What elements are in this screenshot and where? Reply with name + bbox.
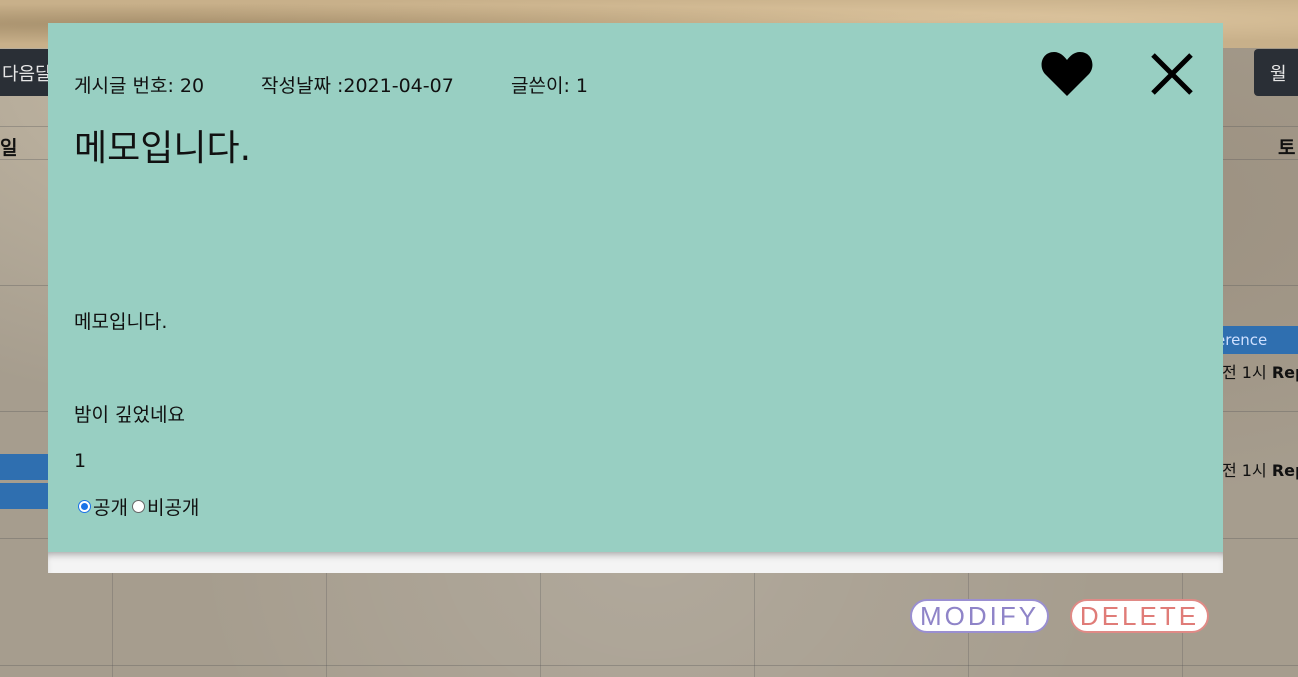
grid-line [0, 665, 1298, 666]
heart-icon[interactable] [1041, 49, 1093, 97]
close-icon[interactable] [1149, 51, 1195, 97]
day-header-sunday: 일 [0, 137, 18, 159]
modal-footer [48, 552, 1223, 573]
month-view-button[interactable]: 월 [1254, 49, 1298, 96]
day-header-saturday: 토 [1278, 137, 1296, 159]
post-body-line: 1 [74, 450, 87, 472]
post-author: 글쓴이: 1 [511, 75, 588, 97]
post-date: 작성날짜 :2021-04-07 [261, 75, 454, 97]
private-radio-label[interactable]: 비공개 [147, 493, 199, 520]
delete-button[interactable]: DELETE [1070, 599, 1209, 633]
calendar-event-bar[interactable]: erence [1210, 326, 1298, 354]
visibility-radio-group: 공개 비공개 [78, 493, 199, 520]
event-time: 전 1시 [1222, 363, 1267, 382]
event-time: 전 1시 [1222, 461, 1267, 480]
calendar-event-bar[interactable] [0, 454, 48, 480]
calendar-event-item[interactable]: 전 1시 Rep [1222, 457, 1298, 481]
event-title: Rep [1271, 363, 1298, 382]
event-title: Rep [1271, 461, 1298, 480]
private-radio[interactable] [131, 500, 145, 513]
post-detail-modal: 게시글 번호: 20 작성날짜 :2021-04-07 글쓴이: 1 메모입니다… [48, 23, 1223, 573]
post-number: 게시글 번호: 20 [74, 75, 205, 97]
calendar-event-item[interactable]: 전 1시 Rep [1222, 359, 1298, 383]
post-title: 메모입니다. [74, 128, 252, 169]
public-radio-label[interactable]: 공개 [93, 493, 128, 520]
post-body-line: 메모입니다. [74, 311, 168, 333]
calendar-event-bar[interactable] [0, 483, 48, 509]
public-radio[interactable] [78, 500, 91, 513]
modify-button[interactable]: MODIFY [910, 599, 1049, 633]
post-body-line: 밤이 깊었네요 [74, 404, 185, 426]
